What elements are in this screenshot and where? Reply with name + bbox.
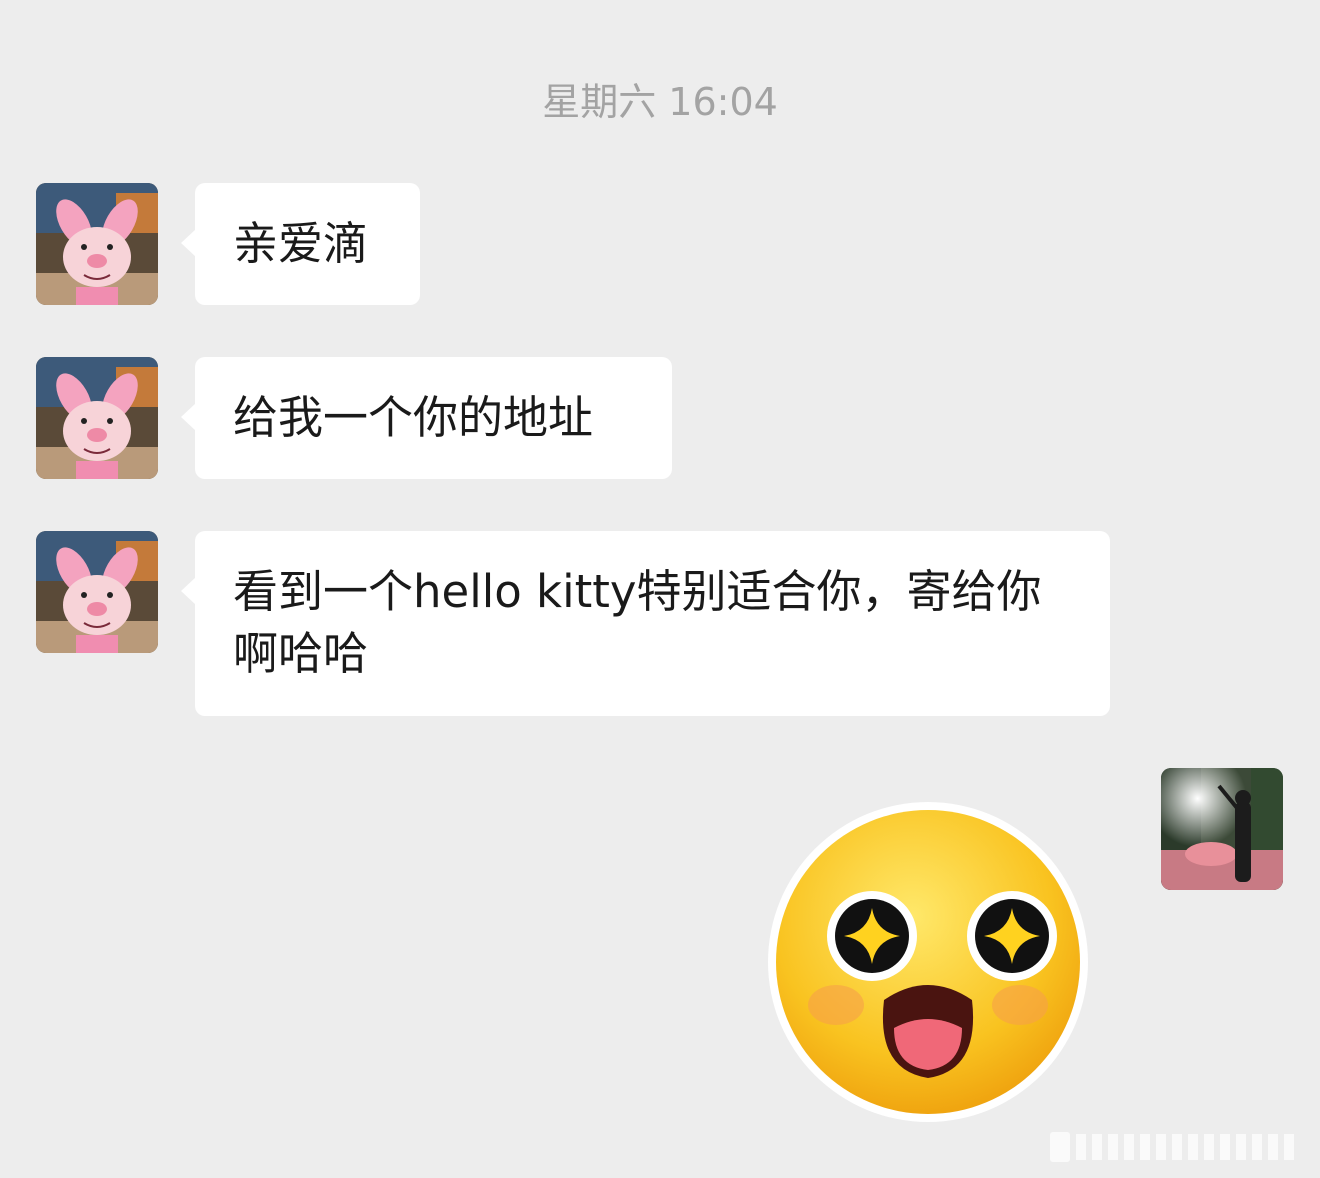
sticker-message[interactable] (766, 800, 1090, 1124)
message-bubble[interactable]: 看到一个hello kitty特别适合你，寄给你啊哈哈 (181, 531, 1110, 716)
my-avatar[interactable] (1161, 768, 1283, 890)
watermark-icon (1050, 1132, 1294, 1162)
message-text: 给我一个你的地址 (233, 391, 594, 444)
piglet-avatar-icon (36, 531, 158, 653)
message-text: 亲爱滴 (233, 217, 369, 270)
starry-eyes-emoji-icon (768, 802, 1088, 1122)
piglet-avatar-icon (36, 183, 158, 305)
message-text: 看到一个hello kitty特别适合你，寄给你啊哈哈 (233, 565, 1042, 680)
forest-photo-avatar-icon (1161, 768, 1283, 890)
message-bubble[interactable]: 给我一个你的地址 (181, 357, 672, 479)
contact-avatar[interactable] (36, 357, 158, 479)
contact-avatar[interactable] (36, 531, 158, 653)
message-timestamp: 星期六 16:04 (542, 80, 778, 124)
piglet-avatar-icon (36, 357, 158, 479)
message-bubble[interactable]: 亲爱滴 (181, 183, 420, 305)
contact-avatar[interactable] (36, 183, 158, 305)
